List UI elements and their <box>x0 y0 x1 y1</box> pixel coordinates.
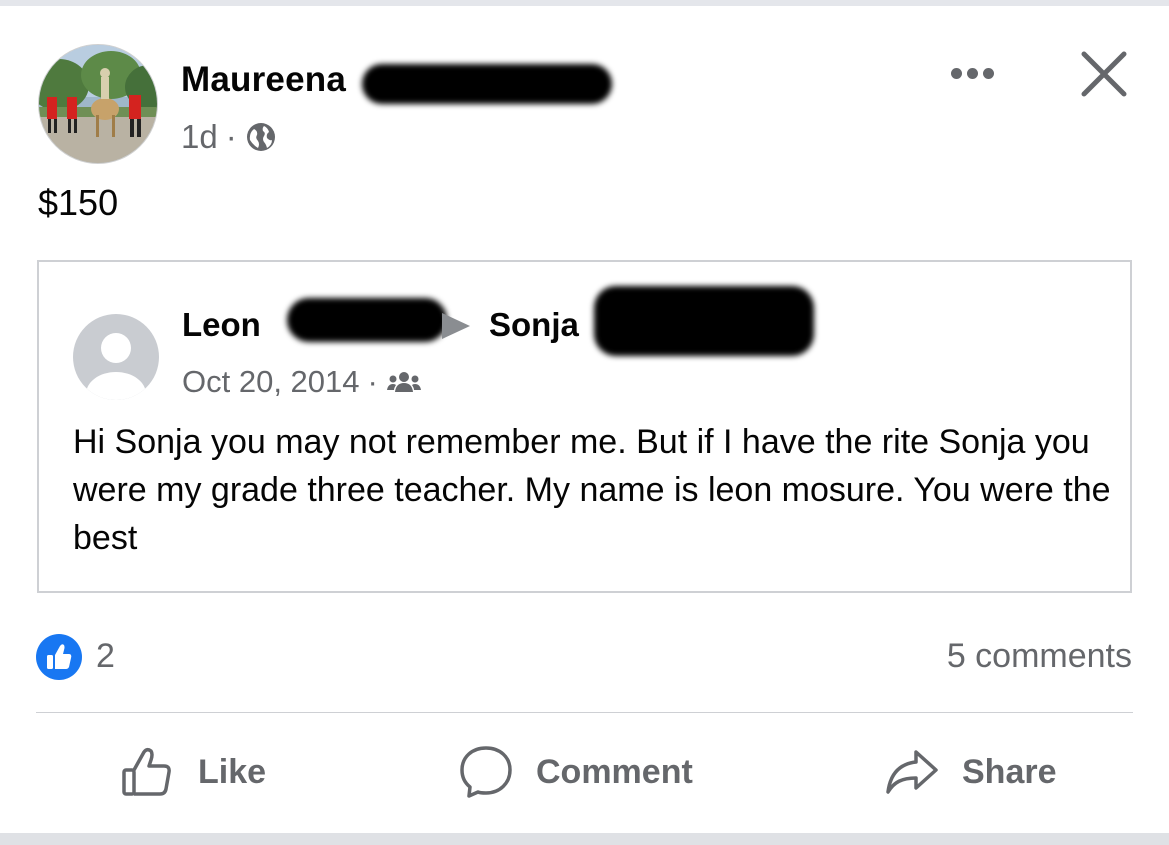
divider <box>36 712 1133 713</box>
shared-post-body: Hi Sonja you may not remember me. But if… <box>73 423 1111 557</box>
shared-post[interactable]: Leon Sonja Oct 20, 2014 · Hi Sonja you m… <box>37 260 1132 593</box>
default-avatar-icon <box>86 333 146 400</box>
more-options-icon[interactable] <box>944 58 1000 88</box>
meta-separator: · <box>367 364 378 399</box>
like-button[interactable]: Like <box>120 740 266 804</box>
thumbs-up-outline-icon <box>122 747 171 796</box>
dot <box>966 67 978 79</box>
dot <box>982 67 994 79</box>
bottom-border <box>0 833 1169 845</box>
author-avatar[interactable] <box>38 44 158 164</box>
comment-label: Comment <box>536 752 693 791</box>
share-arrow-icon <box>886 750 938 794</box>
share-label: Share <box>962 752 1057 791</box>
post-meta: 1d · <box>181 118 277 156</box>
redacted-surname <box>594 286 814 356</box>
shared-author-avatar[interactable] <box>73 314 159 400</box>
like-reaction-icon[interactable] <box>36 634 82 680</box>
like-count[interactable]: 2 <box>96 637 115 676</box>
close-icon[interactable] <box>1076 46 1132 102</box>
comment-button[interactable]: Comment <box>458 740 693 804</box>
share-button[interactable]: Share <box>884 740 1057 804</box>
post-text: $150 <box>38 182 119 223</box>
shared-post-meta: Oct 20, 2014 · <box>182 364 422 400</box>
redacted-surname <box>287 298 447 342</box>
thumbs-up-icon <box>47 644 72 669</box>
like-label: Like <box>198 752 267 791</box>
friends-icon <box>386 372 421 392</box>
shared-post-date[interactable]: Oct 20, 2014 <box>182 364 360 400</box>
comments-count[interactable]: 5 comments <box>947 637 1132 676</box>
arrow-right-icon <box>442 313 470 339</box>
globe-icon[interactable] <box>245 121 277 153</box>
author-name[interactable]: Maureena <box>181 60 346 100</box>
comment-bubble-icon <box>460 746 512 798</box>
dot <box>950 67 962 79</box>
top-border <box>0 0 1169 6</box>
redacted-surname <box>362 64 612 104</box>
post-time[interactable]: 1d <box>181 118 218 156</box>
meta-separator: · <box>225 118 237 155</box>
shared-author-name[interactable]: Leon <box>182 306 261 344</box>
shared-target-name[interactable]: Sonja <box>489 306 579 344</box>
avatar-photo <box>39 45 157 163</box>
